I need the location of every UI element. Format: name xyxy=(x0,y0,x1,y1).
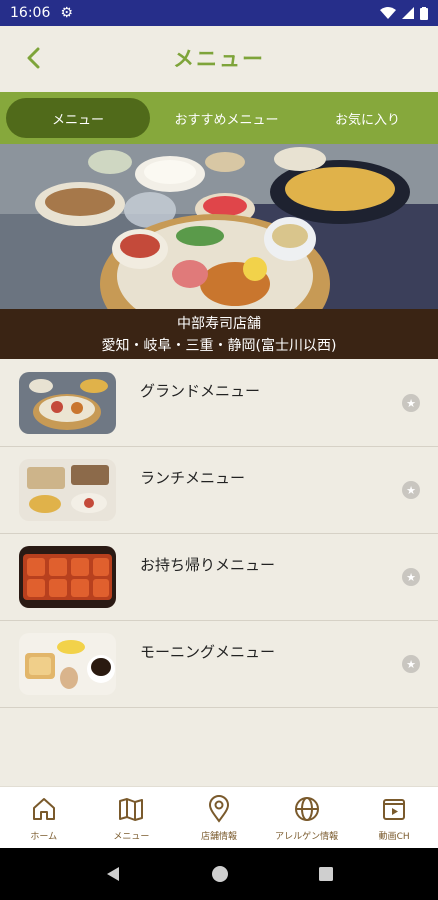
nav-menu[interactable]: メニュー xyxy=(88,787,176,848)
tab-menu[interactable]: メニュー xyxy=(6,98,150,138)
nav-video[interactable]: 動画CH xyxy=(350,787,438,848)
page-title: メニュー xyxy=(173,47,265,71)
map-book-icon xyxy=(119,798,144,821)
status-time: 16:06 xyxy=(10,5,51,21)
chevron-left-icon xyxy=(27,47,40,69)
favorite-star-icon[interactable]: ★ xyxy=(402,568,420,586)
nav-allergen[interactable]: アレルゲン情報 xyxy=(263,787,351,848)
signal-icon xyxy=(402,7,414,19)
globe-icon xyxy=(294,797,319,821)
store-region-title: 中部寿司店舗 xyxy=(177,316,261,332)
location-pin-icon xyxy=(208,795,229,823)
set-meal-photo xyxy=(19,372,116,434)
nav-label: 動画CH xyxy=(378,832,410,842)
store-area-caption: 中部寿司店舗 愛知・岐阜・三重・静岡(富士川以西) xyxy=(0,309,438,359)
lunch-set-photo xyxy=(19,459,116,521)
tab-recommended[interactable]: おすすめメニュー xyxy=(156,98,297,138)
recents-square-icon[interactable] xyxy=(318,866,334,882)
settings-gear-icon: ⚙ xyxy=(60,5,73,21)
nav-label: メニュー xyxy=(113,832,150,842)
home-circle-icon[interactable] xyxy=(211,865,229,883)
takeout-photo xyxy=(19,546,116,608)
tab-favorites[interactable]: お気に入り xyxy=(297,98,438,138)
favorite-star-icon[interactable]: ★ xyxy=(402,481,420,499)
favorite-star-icon[interactable]: ★ xyxy=(402,394,420,412)
menu-item-lunch[interactable]: ランチメニュー ★ xyxy=(0,447,438,534)
video-icon xyxy=(383,799,406,820)
status-bar: 16:06 ⚙ xyxy=(0,0,438,26)
bottom-navigation: ホーム メニュー 店舗情報 アレルゲン情報 動画CH xyxy=(0,786,438,848)
back-triangle-icon[interactable] xyxy=(104,865,122,883)
home-icon xyxy=(32,798,55,820)
favorite-star-icon[interactable]: ★ xyxy=(402,655,420,673)
menu-list: グランドメニュー ★ ランチメニュー ★ お持ち帰りメニュー ★ モーニングメニ… xyxy=(0,360,438,708)
menu-item-takeout[interactable]: お持ち帰りメニュー ★ xyxy=(0,534,438,621)
nav-stores[interactable]: 店舗情報 xyxy=(175,787,263,848)
nav-label: ホーム xyxy=(30,832,58,842)
nav-label: 店舗情報 xyxy=(200,832,237,842)
nav-home[interactable]: ホーム xyxy=(0,787,88,848)
wifi-icon xyxy=(380,7,396,19)
store-region-areas: 愛知・岐阜・三重・静岡(富士川以西) xyxy=(101,338,337,354)
menu-item-label: ランチメニュー xyxy=(140,469,246,487)
tab-bar: メニュー おすすめメニュー お気に入り xyxy=(0,92,438,144)
nav-label: アレルゲン情報 xyxy=(275,832,339,842)
morning-photo xyxy=(19,633,116,695)
app-header: メニュー xyxy=(0,26,438,90)
battery-icon xyxy=(420,6,428,20)
menu-item-label: モーニングメニュー xyxy=(140,643,276,661)
menu-item-grand[interactable]: グランドメニュー ★ xyxy=(0,360,438,447)
menu-item-morning[interactable]: モーニングメニュー ★ xyxy=(0,621,438,708)
back-button[interactable] xyxy=(18,40,48,76)
menu-item-label: お持ち帰りメニュー xyxy=(140,556,276,574)
system-navigation-bar xyxy=(0,848,438,900)
menu-item-label: グランドメニュー xyxy=(140,382,261,400)
